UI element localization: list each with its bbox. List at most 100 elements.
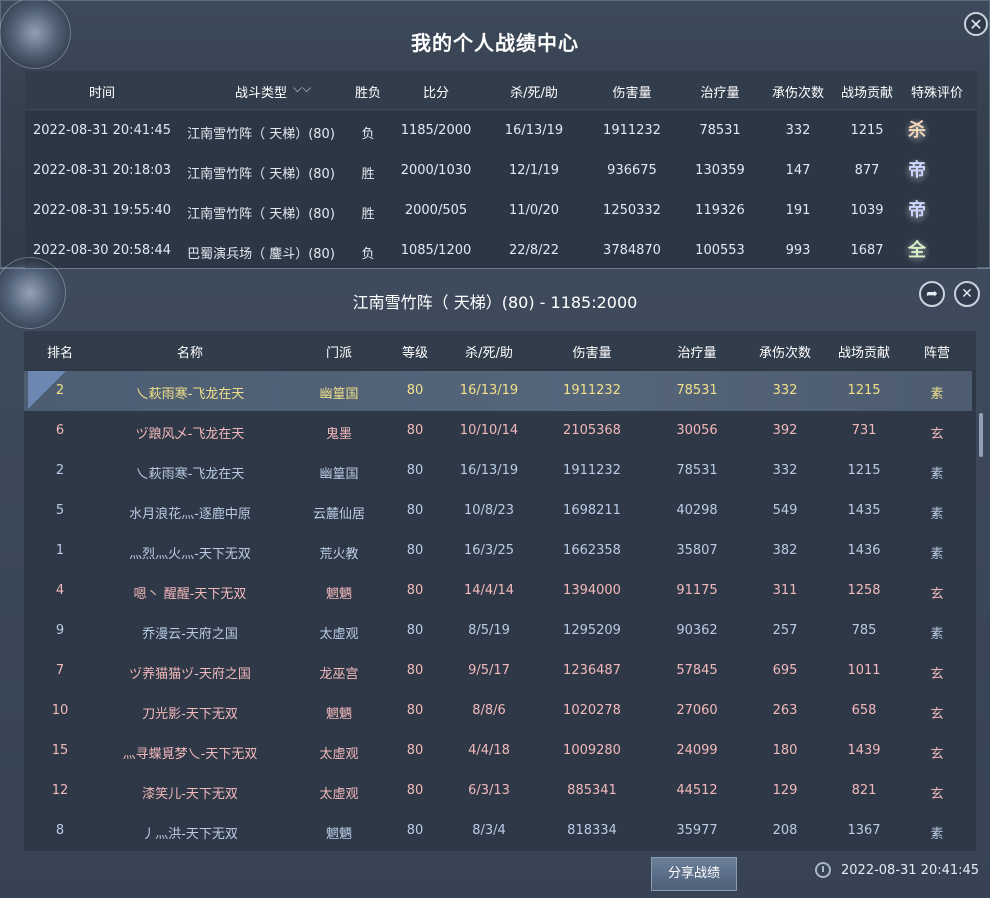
player-name: 刀光影-天下无双 [142, 707, 238, 722]
record-hits: 993 [785, 243, 811, 258]
record-score: 1085/1200 [400, 243, 472, 258]
player-kda: 16/13/19 [459, 463, 519, 478]
record-row[interactable]: 2022-08-31 19:55:40 江南雪竹阵（ 天梯）(80) 胜 2000/5… [25, 191, 977, 231]
header-hits: 承伤次数 [771, 86, 825, 101]
share-record-button[interactable]: 分享战绩 [651, 857, 737, 891]
table-row[interactable]: 7 ヅ养猫猫ヅ-天府之国 龙巫宫 80 9/5/17 1236487 57845 695 101… [24, 651, 972, 691]
player-school: 幽篁国 [319, 387, 359, 402]
table-row[interactable]: 9 乔漫云-天府之国 太虚观 80 8/5/19 1295209 90362 257 785 素 [24, 611, 972, 651]
player-level: 80 [406, 583, 424, 598]
player-heal: 30056 [676, 423, 718, 438]
record-score: 2000/505 [404, 203, 468, 218]
header-school: 门派 [325, 346, 353, 361]
record-kda: 22/8/22 [508, 243, 560, 258]
player-level: 80 [406, 743, 424, 758]
player-hits: 208 [772, 823, 798, 838]
player-camp: 素 [930, 547, 944, 562]
header-name: 名称 [176, 346, 204, 361]
player-kda: 8/8/6 [472, 703, 506, 718]
player-contribution: 1215 [847, 383, 881, 398]
table-row[interactable]: 15 灬寻蝶覓梦乀-天下无双 太虚观 80 4/4/18 1009280 24099 180 1… [24, 731, 972, 771]
rating-badge-icon: 杀 [903, 117, 931, 145]
share-arrow-icon[interactable]: ➦ [919, 281, 945, 307]
player-damage: 1394000 [563, 583, 621, 598]
player-school: 太虚观 [319, 787, 359, 802]
player-hits: 549 [772, 503, 798, 518]
player-camp: 素 [930, 387, 944, 402]
record-kda: 11/0/20 [508, 203, 560, 218]
player-kda: 16/3/25 [463, 543, 515, 558]
record-row[interactable]: 2022-08-31 20:41:45 江南雪竹阵（ 天梯）(80) 负 1185/2… [25, 111, 977, 151]
player-hits: 382 [772, 543, 798, 558]
table-row[interactable]: 8 丿灬洪-天下无双 魍魉 80 8/3/4 818334 35977 208 1367 素 [24, 811, 972, 851]
player-rank: 2 [55, 463, 65, 478]
record-result: 胜 [361, 207, 375, 222]
player-rank: 1 [55, 543, 65, 558]
player-name: 丿灬洪-天下无双 [142, 827, 238, 842]
player-camp: 玄 [930, 427, 944, 442]
player-camp: 玄 [930, 587, 944, 602]
table-row[interactable]: 5 水月浪花灬-逐鹿中原 云麓仙居 80 10/8/23 1698211 40298 549 1… [24, 491, 972, 531]
player-contribution: 785 [851, 623, 877, 638]
player-name: 灬烈灬火灬-天下无双 [129, 547, 251, 562]
player-school: 魍魉 [325, 707, 353, 722]
player-damage: 1911232 [563, 463, 621, 478]
player-rank: 2 [55, 383, 65, 398]
table-row[interactable]: 4 嗯丶 醒醒-天下无双 魍魉 80 14/4/14 1394000 91175 311 125… [24, 571, 972, 611]
record-battle-type: 巴蜀演兵场（ 鏖斗）(80) [187, 247, 335, 262]
record-row[interactable]: 2022-08-31 20:18:03 江南雪竹阵（ 天梯）(80) 胜 2000/1… [25, 151, 977, 191]
header-damage: 伤害量 [572, 346, 612, 361]
player-rank: 9 [55, 623, 65, 638]
player-kda: 8/3/4 [472, 823, 506, 838]
player-school: 魍魉 [325, 827, 353, 842]
player-level: 80 [406, 383, 424, 398]
record-heal: 130359 [695, 163, 745, 178]
player-contribution: 1215 [847, 463, 881, 478]
player-rank: 10 [51, 703, 69, 718]
record-time: 2022-08-31 20:18:03 [32, 163, 172, 178]
table-row[interactable]: 12 漆笑儿-天下无双 太虚观 80 6/3/13 885341 44512 129 821 玄 [24, 771, 972, 811]
header-rank: 排名 [46, 346, 74, 361]
record-heal: 100553 [695, 243, 745, 258]
close-button[interactable]: ✕ [964, 12, 988, 36]
header-kda: 杀/死/助 [510, 86, 558, 101]
record-kda: 16/13/19 [504, 123, 564, 138]
record-result: 胜 [361, 167, 375, 182]
player-contribution: 1011 [847, 663, 881, 678]
player-camp: 玄 [930, 667, 944, 682]
record-result: 负 [361, 247, 375, 262]
player-name: 灬寻蝶覓梦乀-天下无双 [122, 747, 258, 762]
player-rank: 15 [51, 743, 69, 758]
player-heal: 91175 [676, 583, 718, 598]
player-damage: 885341 [567, 783, 617, 798]
player-damage: 1295209 [563, 623, 621, 638]
scrollbar-thumb[interactable] [979, 413, 983, 457]
record-kda: 12/1/19 [508, 163, 560, 178]
personal-record-panel: 我的个人战绩中心 ✕ 时间 战斗类型 ⌵⌵ 胜负 比分 杀/死/助 伤害量 治疗… [0, 0, 990, 271]
player-kda: 6/3/13 [468, 783, 510, 798]
chevron-down-icon[interactable]: ⌵⌵ [293, 81, 311, 96]
page-title: 我的个人战绩中心 [411, 31, 579, 55]
record-heal: 119326 [695, 203, 745, 218]
record-heal: 78531 [699, 123, 741, 138]
close-detail-button[interactable]: ✕ [954, 281, 980, 307]
player-hits: 180 [772, 743, 798, 758]
header-battle-type[interactable]: 战斗类型 [235, 82, 287, 101]
player-school: 荒火教 [319, 547, 359, 562]
player-level: 80 [406, 543, 424, 558]
table-row[interactable]: 10 刀光影-天下无双 魍魉 80 8/8/6 1020278 27060 263 658 玄 [24, 691, 972, 731]
player-rank: 7 [55, 663, 65, 678]
player-hits: 332 [772, 463, 798, 478]
table-row[interactable]: 2 乀萩雨寒-飞龙在天 幽篁国 80 16/13/19 1911232 78531 332 12… [24, 371, 972, 411]
table-row[interactable]: 1 灬烈灬火灬-天下无双 荒火教 80 16/3/25 1662358 35807 382 14… [24, 531, 972, 571]
record-battle-type: 江南雪竹阵（ 天梯）(80) [187, 127, 335, 142]
table-row[interactable]: 2 乀萩雨寒-飞龙在天 幽篁国 80 16/13/19 1911232 78531 332 12… [24, 451, 972, 491]
player-school: 魍魉 [325, 587, 353, 602]
table-row[interactable]: 6 ヅ踉风乄-飞龙在天 鬼墨 80 10/10/14 2105368 30056 392 731… [24, 411, 972, 451]
record-battle-type: 江南雪竹阵（ 天梯）(80) [187, 207, 335, 222]
match-detail-table: 排名 名称 门派 等级 杀/死/助 伤害量 治疗量 承伤次数 战场贡献 阵营 2… [24, 331, 976, 851]
player-school: 云麓仙居 [312, 507, 366, 522]
player-heal: 35807 [676, 543, 718, 558]
player-camp: 素 [930, 467, 944, 482]
record-row[interactable]: 2022-08-30 20:58:44 巴蜀演兵场（ 鏖斗）(80) 负 1085/1… [25, 231, 977, 271]
